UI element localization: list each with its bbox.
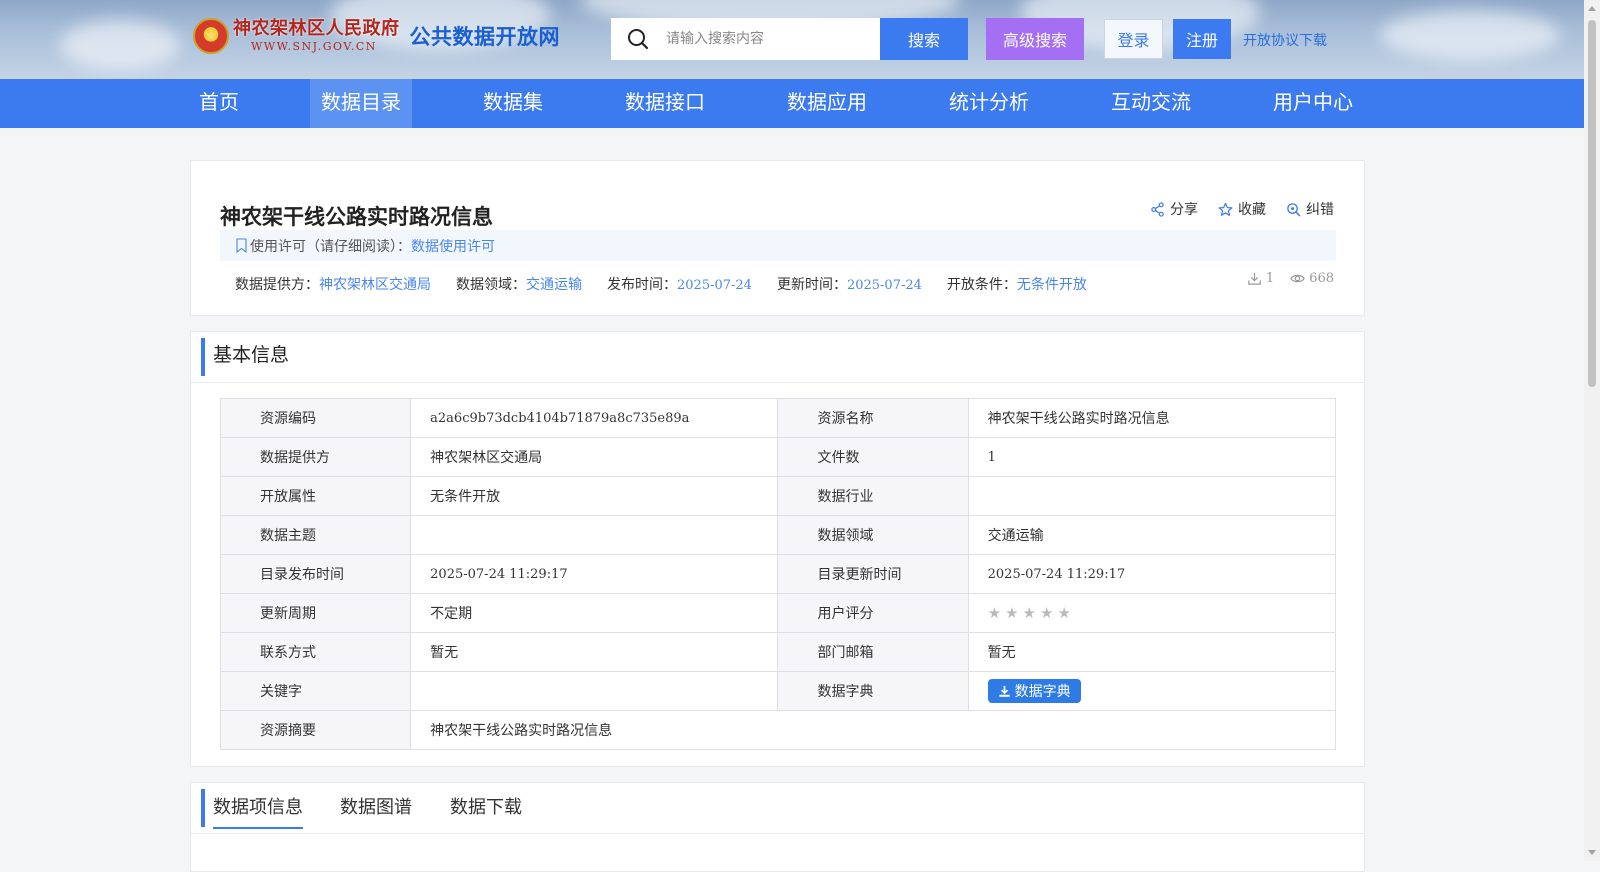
- resource-actions: 分享 收藏 纠错: [1150, 199, 1334, 219]
- divider: [191, 833, 1364, 834]
- main-nav: 首页 数据目录 数据集 数据接口 数据应用 统计分析 互动交流 用户中心: [0, 79, 1584, 128]
- portal-name: 公共数据开放网: [409, 25, 560, 49]
- nav-item-statistics[interactable]: 统计分析: [938, 79, 1040, 128]
- domain-link[interactable]: 交通运输: [526, 277, 582, 293]
- correct-label: 纠错: [1306, 202, 1334, 218]
- nav-item-data-api[interactable]: 数据接口: [614, 79, 716, 128]
- divider: [191, 382, 1364, 383]
- table-row: 数据主题 数据领域 交通运输: [219, 515, 1337, 555]
- table-row: 开放属性 无条件开放 数据行业: [219, 476, 1337, 516]
- page-scrollbar[interactable]: [1584, 0, 1600, 861]
- scroll-up-icon[interactable]: [1588, 6, 1596, 11]
- favorite-button[interactable]: 收藏: [1218, 199, 1266, 219]
- section-title: 基本信息: [201, 338, 289, 376]
- gov-name: 神农架林区人民政府: [233, 18, 400, 39]
- resource-stats: 1 668: [1247, 271, 1334, 286]
- table-row: 目录发布时间 2025-07-24 11:29:17 目录更新时间 2025-0…: [219, 554, 1337, 594]
- share-icon: [1151, 201, 1164, 217]
- download-icon: [1248, 272, 1261, 285]
- advanced-search-button[interactable]: 高级搜索: [986, 18, 1084, 60]
- scroll-thumb[interactable]: [1588, 20, 1596, 387]
- nav-item-user-center[interactable]: 用户中心: [1262, 79, 1364, 128]
- license-link[interactable]: 数据使用许可: [411, 236, 495, 256]
- site-header: ★ 神农架林区人民政府 WWW.SNJ.GOV.CN 公共数据开放网 搜索 高级…: [0, 0, 1584, 80]
- update-date: 2025-07-24: [846, 278, 922, 293]
- register-button[interactable]: 注册: [1173, 19, 1231, 59]
- download-icon: [999, 685, 1010, 697]
- table-row: 资源摘要 神农架干线公路实时路况信息: [219, 710, 1336, 750]
- star-icon: [1218, 202, 1233, 216]
- provider-link[interactable]: 神农架林区交通局: [319, 277, 431, 293]
- search-box: [611, 18, 881, 60]
- rating-star-icon[interactable]: ★: [1005, 604, 1018, 622]
- rating-star-icon[interactable]: ★: [988, 604, 1001, 622]
- resource-summary-card: 神农架干线公路实时路况信息 分享 收藏 纠错 使用许可（请仔细阅读）： 数据使用…: [190, 160, 1365, 316]
- correct-button[interactable]: 纠错: [1286, 199, 1334, 219]
- table-row: 关键字 数据字典 数据字典: [219, 671, 1337, 711]
- tab-data-download[interactable]: 数据下载: [450, 793, 522, 827]
- tab-data-items[interactable]: 数据项信息: [213, 793, 303, 829]
- scroll-down-icon[interactable]: [1588, 850, 1596, 855]
- data-dictionary-button[interactable]: 数据字典: [987, 679, 1081, 703]
- nav-item-interaction[interactable]: 互动交流: [1100, 79, 1202, 128]
- meta-domain: 数据领域：交通运输: [456, 277, 582, 293]
- search-button[interactable]: 搜索: [880, 18, 968, 60]
- search-icon: [628, 29, 649, 50]
- tab-data-graph[interactable]: 数据图谱: [340, 793, 412, 827]
- eye-icon: [1290, 274, 1305, 283]
- download-count: 1: [1247, 271, 1274, 286]
- table-row: 联系方式 暂无 部门邮箱 暂无: [219, 632, 1337, 672]
- nav-item-data-apps[interactable]: 数据应用: [776, 79, 878, 128]
- rating-star-icon[interactable]: ★: [1040, 604, 1053, 622]
- header-cloud: [60, 20, 180, 70]
- publish-date: 2025-07-24: [677, 278, 752, 293]
- nav-item-datasets[interactable]: 数据集: [472, 79, 554, 128]
- header-cloud: [1380, 10, 1560, 60]
- rating-star-icon[interactable]: ★: [1057, 604, 1070, 622]
- search-input[interactable]: [664, 30, 864, 48]
- user-rating[interactable]: ★ ★ ★ ★ ★: [988, 604, 1335, 622]
- magnifier-icon: [1287, 202, 1301, 216]
- table-row: 数据提供方 神农架林区交通局 文件数 1: [219, 437, 1337, 477]
- resource-meta: 数据提供方：神农架林区交通局 数据领域：交通运输 发布时间：2025-07-24…: [235, 274, 1112, 294]
- open-condition-link[interactable]: 无条件开放: [1017, 277, 1087, 293]
- tab-accent: [201, 789, 205, 827]
- national-emblem-icon: ★: [193, 18, 229, 54]
- favorite-label: 收藏: [1238, 202, 1266, 218]
- data-tabs-card: 数据项信息 数据图谱 数据下载: [190, 782, 1365, 872]
- rating-star-icon[interactable]: ★: [1023, 604, 1036, 622]
- meta-publish-time: 发布时间：2025-07-24: [607, 277, 752, 293]
- basic-info-card: 基本信息 资源编码 a2a6c9b73dcb4104b71879a8c735e8…: [190, 331, 1365, 767]
- meta-update-time: 更新时间：2025-07-24: [776, 277, 922, 293]
- gov-url: WWW.SNJ.GOV.CN: [251, 40, 377, 53]
- view-count: 668: [1290, 271, 1334, 286]
- share-label: 分享: [1170, 202, 1198, 218]
- site-logo[interactable]: ★ 神农架林区人民政府 WWW.SNJ.GOV.CN 公共数据开放网: [193, 18, 560, 54]
- meta-provider: 数据提供方：神农架林区交通局: [235, 277, 431, 293]
- license-label: 使用许可（请仔细阅读）：: [250, 238, 411, 255]
- basic-info-table: 资源编码 a2a6c9b73dcb4104b71879a8c735e89a 资源…: [219, 398, 1337, 750]
- nav-item-data-catalog[interactable]: 数据目录: [310, 79, 412, 128]
- table-row: 资源编码 a2a6c9b73dcb4104b71879a8c735e89a 资源…: [219, 398, 1337, 438]
- license-bar: 使用许可（请仔细阅读）： 数据使用许可: [220, 230, 1336, 261]
- bookmark-icon: [236, 238, 247, 253]
- agreement-download-link[interactable]: 开放协议下载: [1243, 30, 1327, 50]
- share-button[interactable]: 分享: [1150, 199, 1198, 219]
- meta-open-condition: 开放条件：无条件开放: [946, 277, 1087, 293]
- page-title: 神农架干线公路实时路况信息: [220, 205, 493, 229]
- table-row: 更新周期 不定期 用户评分 ★ ★ ★ ★ ★: [219, 593, 1337, 633]
- login-button[interactable]: 登录: [1104, 19, 1163, 59]
- nav-item-home[interactable]: 首页: [190, 79, 248, 128]
